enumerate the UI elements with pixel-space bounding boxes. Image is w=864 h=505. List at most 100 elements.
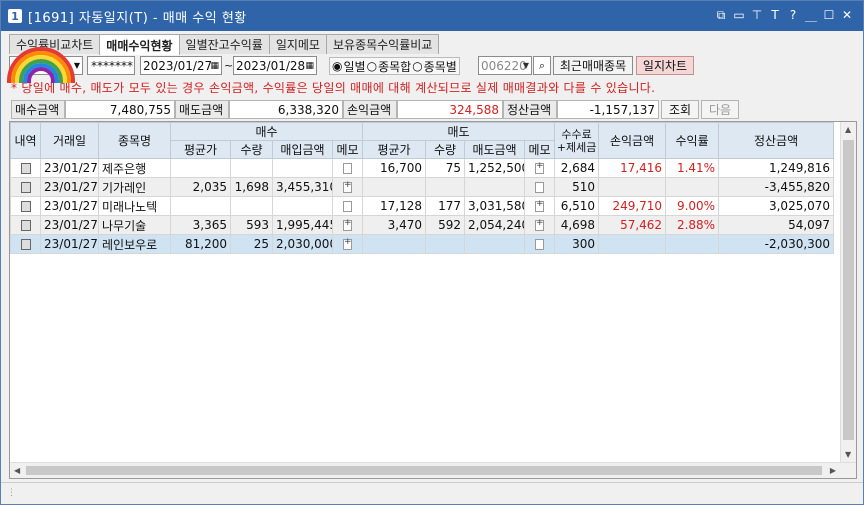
link-icon[interactable]: ⧉	[713, 7, 729, 23]
col-settlement-header[interactable]: 정산금액	[718, 122, 835, 159]
minimize-icon[interactable]: ＿	[803, 7, 819, 23]
tab-trade-profit-status[interactable]: 매매수익현황	[99, 34, 180, 55]
col-sell-qty-header[interactable]: 수량	[425, 140, 466, 159]
detail-cell[interactable]	[10, 158, 41, 178]
password-field[interactable]: *******	[87, 56, 135, 75]
calendar-icon[interactable]: ▦	[210, 61, 219, 71]
radio-by-stock-icon[interactable]: ○	[412, 59, 422, 73]
cell-rate: 2.88%	[665, 215, 720, 235]
cell-s-memo[interactable]	[524, 177, 556, 197]
radio-stock-sum-icon[interactable]: ○	[367, 59, 377, 73]
cell-b-memo[interactable]	[331, 158, 364, 178]
cell-b-memo[interactable]	[331, 215, 364, 235]
cell-pl: 57,462	[598, 215, 667, 235]
tab-daily-balance-return[interactable]: 일별잔고수익률	[178, 34, 270, 54]
grip-icon[interactable]: ⋮	[7, 488, 16, 498]
detail-cell[interactable]	[10, 234, 41, 254]
cell-s-memo[interactable]	[524, 196, 556, 216]
date-to-field[interactable]: 2023/01/28 ▦	[233, 56, 317, 75]
vertical-scroll-thumb[interactable]	[843, 140, 854, 440]
col-return-rate-header[interactable]: 수익률	[665, 122, 720, 159]
cell-s-memo[interactable]	[524, 215, 556, 235]
col-buy-qty-header[interactable]: 수량	[230, 140, 273, 159]
receipt-icon[interactable]	[20, 201, 31, 212]
stock-code-field[interactable]: 006220 ▼	[478, 56, 532, 75]
table-row[interactable]: 23/01/27나무기술3,3655931,995,445 3,4705922,0…	[10, 215, 835, 235]
chevron-down-icon[interactable]: ▼	[523, 61, 529, 70]
cell-s-memo[interactable]	[524, 234, 556, 254]
scroll-right-icon[interactable]: ▶	[830, 466, 836, 475]
journal-chart-button[interactable]: 일지차트	[636, 56, 694, 75]
cell-date: 23/01/27	[40, 177, 99, 197]
memo-icon[interactable]	[535, 182, 545, 193]
col-buy-memo-header[interactable]: 메모	[331, 140, 364, 159]
cell-settle: 54,097	[718, 215, 835, 235]
date-from-field[interactable]: 2023/01/27 ▦	[140, 56, 222, 75]
col-date-header[interactable]: 거래일	[40, 122, 99, 159]
col-profit-loss-header[interactable]: 손익금액	[598, 122, 667, 159]
memo-icon[interactable]	[343, 180, 353, 193]
memo-icon[interactable]	[343, 163, 353, 174]
col-sell-avg-header[interactable]: 평균가	[362, 140, 427, 159]
copy-icon[interactable]: ▭	[731, 7, 747, 23]
memo-icon[interactable]	[343, 201, 353, 212]
receipt-icon[interactable]	[20, 220, 31, 231]
memo-icon[interactable]	[535, 161, 545, 174]
col-name-header[interactable]: 종목명	[98, 122, 171, 159]
horizontal-scroll-thumb[interactable]	[26, 466, 822, 475]
col-sell-memo-header[interactable]: 메모	[524, 140, 556, 159]
vertical-scrollbar[interactable]: ▲ ▼	[840, 122, 856, 462]
receipt-icon[interactable]	[20, 163, 31, 174]
table-row[interactable]: 23/01/27기가레인2,0351,6983,455,310 510 -3,455…	[10, 177, 835, 197]
cell-rate: 9.00%	[665, 196, 720, 216]
col-detail-header[interactable]: 내역	[10, 122, 41, 159]
table-row[interactable]: 23/01/27제주은행 16,700751,252,500 2,68417,416…	[10, 158, 835, 178]
memo-icon[interactable]	[535, 218, 545, 231]
detail-cell[interactable]	[10, 215, 41, 235]
col-buy-avg-header[interactable]: 평균가	[170, 140, 231, 159]
memo-icon[interactable]	[343, 218, 353, 231]
detail-cell[interactable]	[10, 196, 41, 216]
memo-icon[interactable]	[343, 237, 353, 250]
cell-fee: 510	[554, 177, 600, 197]
scroll-up-icon[interactable]: ▲	[845, 125, 851, 134]
table-row[interactable]: 23/01/27레인보우로81,200252,030,000 300 -2,030,…	[10, 234, 835, 254]
pin-icon[interactable]: ⊤	[749, 7, 765, 23]
cell-pl	[598, 177, 667, 197]
cell-b-memo[interactable]	[331, 177, 364, 197]
col-sell-amount-header[interactable]: 매도금액	[464, 140, 526, 159]
memo-icon[interactable]	[535, 199, 545, 212]
cell-b-memo[interactable]	[331, 196, 364, 216]
col-buy-group-header: 매수	[169, 122, 364, 141]
profit-loss-value: 324,588	[397, 100, 503, 119]
table-row[interactable]: 23/01/27미래나노텍 17,1281773,031,580 6,510249,…	[10, 196, 835, 216]
close-icon[interactable]: ✕	[839, 7, 855, 23]
receipt-icon[interactable]	[20, 182, 31, 193]
calendar-icon[interactable]: ▦	[305, 61, 314, 71]
receipt-icon[interactable]	[20, 239, 31, 250]
tab-holding-return-compare[interactable]: 보유종목수익률비교	[325, 34, 440, 54]
detail-cell[interactable]	[10, 177, 41, 197]
buy-amount-value: 7,480,755	[65, 100, 175, 119]
col-fee-tax-header[interactable]: 수수료+제세금	[554, 122, 600, 159]
tab-journal-memo[interactable]: 일지메모	[268, 34, 327, 54]
next-button[interactable]: 다음	[701, 100, 739, 119]
buy-amount-label: 매수금액	[11, 100, 65, 119]
col-buy-amount-header[interactable]: 매입금액	[272, 140, 333, 159]
scroll-down-icon[interactable]: ▼	[845, 450, 851, 459]
text-icon[interactable]: T	[767, 7, 783, 23]
date-separator: ~	[224, 59, 234, 72]
radio-daily-icon[interactable]: ◉	[332, 59, 342, 73]
scroll-left-icon[interactable]: ◀	[14, 466, 20, 475]
cell-fee: 6,510	[554, 196, 600, 216]
maximize-icon[interactable]: ☐	[821, 7, 837, 23]
search-button[interactable]: ⌕	[533, 56, 551, 75]
recent-trades-button[interactable]: 최근매매종목	[553, 56, 633, 75]
help-icon[interactable]: ?	[785, 7, 801, 23]
cell-b-memo[interactable]	[331, 234, 364, 254]
sell-amount-label: 매도금액	[175, 100, 229, 119]
cell-s-memo[interactable]	[524, 158, 556, 178]
query-button[interactable]: 조회	[661, 100, 699, 119]
horizontal-scrollbar[interactable]: ◀ ▶	[10, 462, 856, 478]
memo-icon[interactable]	[535, 239, 545, 250]
